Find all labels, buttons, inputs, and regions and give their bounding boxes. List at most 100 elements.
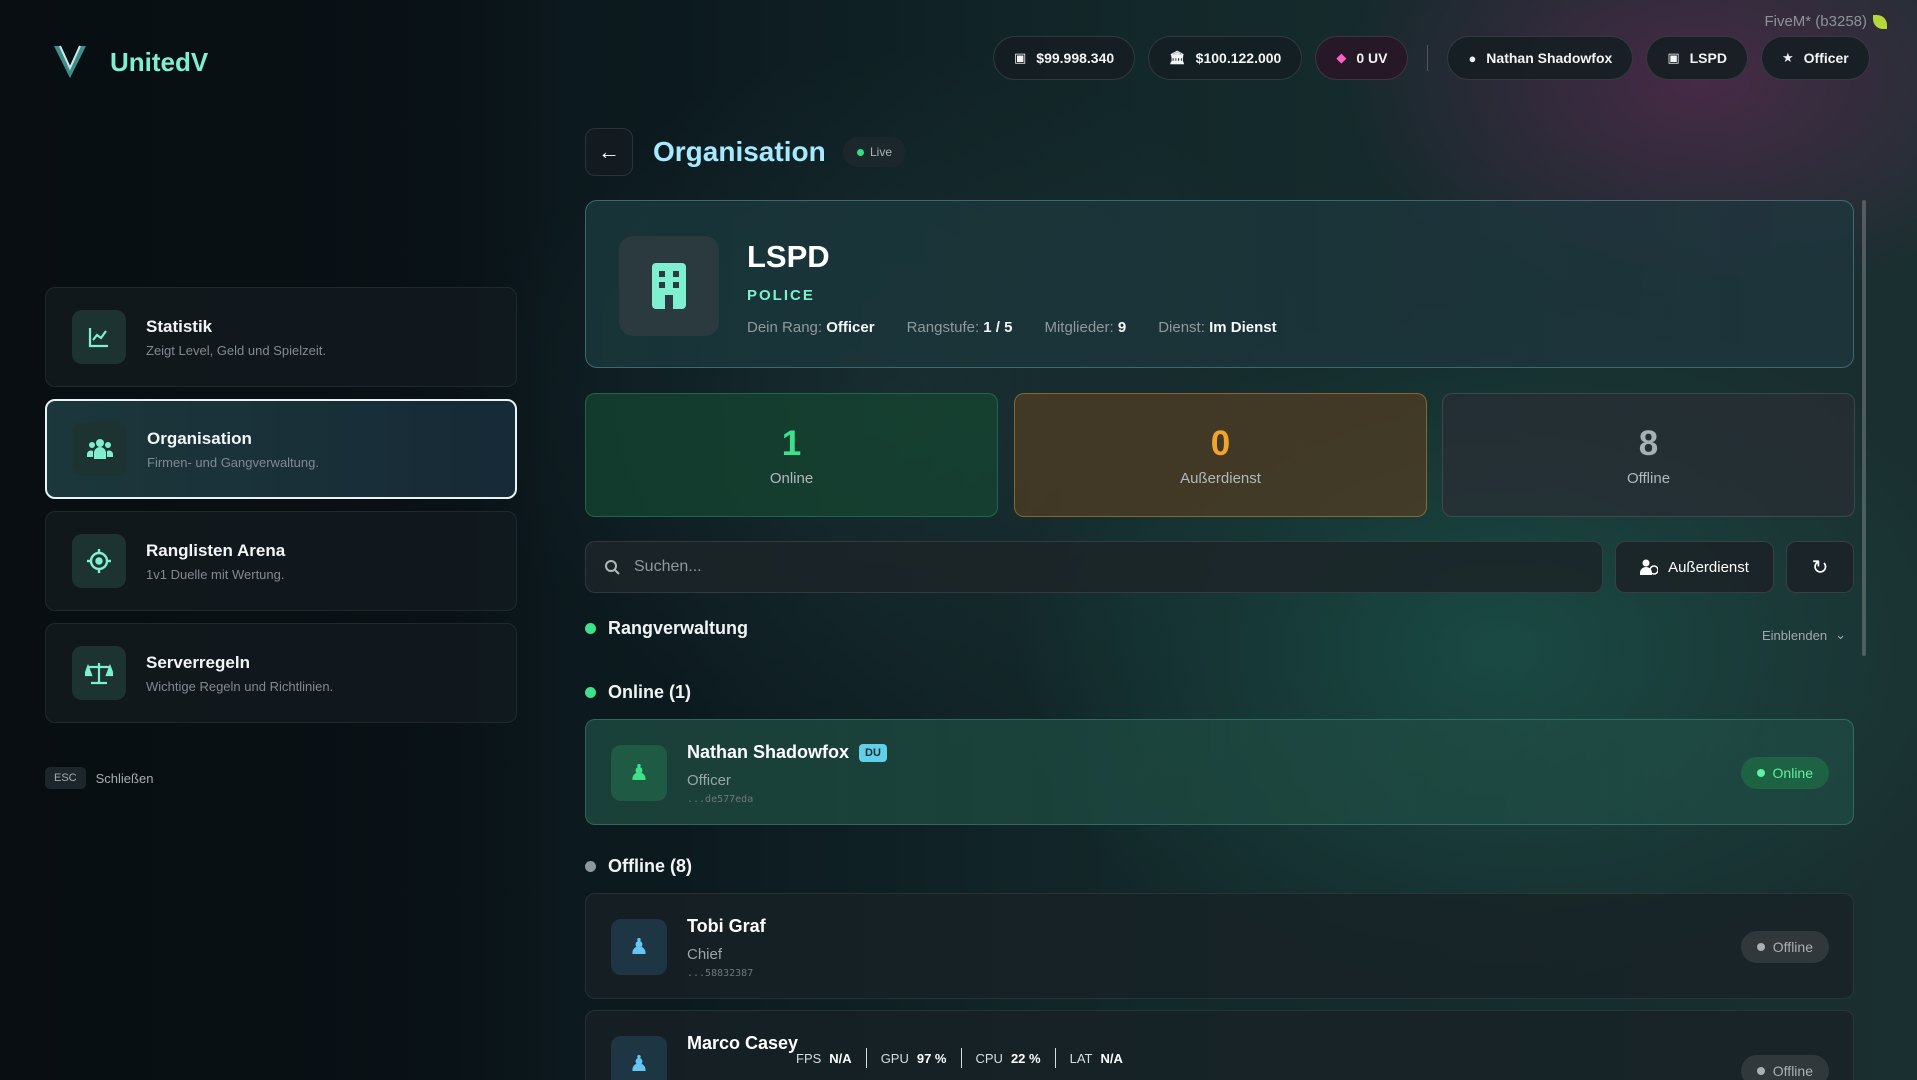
arrow-left-icon: ← — [598, 139, 620, 164]
player-name: Nathan Shadowfox — [1486, 50, 1613, 66]
member-name: Tobi Graf — [687, 916, 766, 936]
org-members-value: 9 — [1117, 319, 1127, 336]
sidebar-item-title: Statistik — [146, 316, 213, 336]
member-status: Offline — [1772, 939, 1813, 955]
section-dot-icon — [585, 861, 596, 872]
status-dot-icon — [1756, 943, 1765, 951]
org-chip: ▣ LSPD — [1646, 36, 1748, 80]
uv-value: 0 UV — [1356, 50, 1388, 66]
search-icon — [605, 560, 620, 575]
lat-label: LAT — [1069, 1050, 1093, 1066]
sidebar-item-ranglisten[interactable]: Ranglisten Arena 1v1 Duelle mit Wertung. — [45, 511, 517, 611]
page-title: Organisation — [653, 136, 826, 167]
sidebar-item-title: Organisation — [147, 428, 252, 448]
section-ranks-title: Rangverwaltung — [608, 618, 749, 638]
sidebar-item-serverregeln[interactable]: Serverregeln Wichtige Regeln und Richtli… — [45, 623, 517, 723]
sidebar-item-subtitle: Firmen- und Gangverwaltung. — [147, 454, 319, 470]
search-box — [585, 541, 1603, 593]
live-badge: Live — [843, 137, 907, 167]
section-dot-icon — [585, 687, 596, 698]
gpu-value: 97 % — [916, 1050, 947, 1066]
ranks-toggle-label: Einblenden — [1762, 627, 1828, 643]
chart-line-icon — [72, 310, 126, 364]
org-chip-value: LSPD — [1689, 50, 1727, 66]
member-rank: Officer — [687, 772, 731, 789]
section-offline: Offline (8) — [585, 856, 692, 877]
org-name: LSPD — [747, 239, 830, 274]
org-level-label: Rangstufe: — [906, 319, 980, 336]
member-status-badge: Online — [1740, 757, 1829, 789]
sidebar-item-title: Ranglisten Arena — [146, 540, 286, 560]
org-type: POLICE — [747, 287, 815, 304]
live-label: Live — [870, 145, 893, 159]
member-row[interactable]: ♟ Marco Casey Offline — [585, 1010, 1854, 1080]
stat-online: 1 Online — [585, 393, 998, 517]
close-hint[interactable]: ESC Schließen — [45, 767, 153, 789]
stat-offduty-label: Außerdienst — [1180, 469, 1261, 487]
perf-divider — [865, 1048, 867, 1068]
content-scrollbar[interactable] — [1862, 200, 1866, 656]
stat-offline: 8 Offline — [1442, 393, 1855, 517]
member-id: ...de577eda — [687, 794, 754, 805]
player-chip: ● Nathan Shadowfox — [1447, 36, 1634, 80]
gem-icon: ◆ — [1336, 50, 1347, 65]
uv-chip: ◆ 0 UV — [1315, 36, 1409, 80]
org-members-label: Mitglieder: — [1044, 319, 1114, 336]
perf-divider — [960, 1048, 962, 1068]
perf-overlay: FPS N/A GPU 97 % CPU 22 % LAT N/A — [796, 1048, 1137, 1068]
rank-chip: ★ Officer — [1760, 36, 1870, 80]
offduty-button[interactable]: Außerdienst — [1615, 541, 1774, 593]
bank-value: $100.122.000 — [1195, 50, 1282, 66]
lat-value: N/A — [1100, 1050, 1123, 1066]
status-dot-icon — [1756, 769, 1765, 777]
perf-divider — [1054, 1048, 1056, 1068]
cash-value: $99.998.340 — [1036, 50, 1115, 66]
unitedv-logo-icon — [54, 45, 86, 78]
esc-key: ESC — [45, 767, 86, 789]
bank-icon: 🏛 — [1169, 50, 1186, 65]
rank-chip-value: Officer — [1803, 50, 1849, 66]
chip-divider — [1427, 45, 1429, 71]
bank-chip: 🏛 $100.122.000 — [1148, 36, 1303, 80]
live-dot-icon — [857, 148, 864, 156]
stat-offline-value: 8 — [1638, 423, 1659, 463]
stat-offduty-value: 0 — [1210, 423, 1231, 463]
building-icon — [619, 236, 719, 336]
org-rank-label: Dein Rang: — [747, 319, 823, 336]
stat-online-value: 1 — [781, 423, 802, 463]
member-status: Online — [1772, 765, 1813, 781]
sidebar-nav: Statistik Zeigt Level, Geld und Spielzei… — [45, 287, 517, 735]
org-level: Rangstufe: 1 / 5 — [907, 319, 1013, 336]
search-input[interactable] — [634, 558, 1534, 576]
sidebar-item-title: Serverregeln — [146, 652, 250, 672]
member-row[interactable]: ♟ Nathan Shadowfox DU Officer ...de577ed… — [585, 719, 1854, 825]
section-online-title: Online (1) — [608, 682, 692, 702]
sidebar-item-statistik[interactable]: Statistik Zeigt Level, Geld und Spielzei… — [45, 287, 517, 387]
org-duty-value: Im Dienst — [1209, 319, 1277, 336]
member-avatar-icon: ♟ — [611, 919, 667, 975]
sidebar-item-organisation[interactable]: Organisation Firmen- und Gangverwaltung. — [45, 399, 517, 499]
stat-offline-label: Offline — [1626, 469, 1671, 487]
star-icon: ★ — [1781, 50, 1794, 65]
member-name-wrap: Marco Casey — [687, 1033, 798, 1054]
member-name: Marco Casey — [687, 1033, 799, 1053]
chevron-down-icon: ⌄ — [1835, 627, 1846, 642]
header-chips: ▣ $99.998.340 🏛 $100.122.000 ◆ 0 UV ● Na… — [993, 36, 1870, 80]
cash-icon: ▣ — [1014, 50, 1027, 65]
member-name-wrap: Tobi Graf — [687, 916, 766, 937]
crosshair-icon — [72, 534, 126, 588]
member-row[interactable]: ♟ Tobi Graf Chief ...58832387 Offline — [585, 893, 1854, 999]
refresh-button[interactable]: ↻ — [1786, 541, 1854, 593]
fps-value: N/A — [829, 1050, 852, 1066]
org-duty: Dienst: Im Dienst — [1158, 319, 1276, 336]
back-button[interactable]: ← — [585, 128, 633, 176]
ranks-toggle[interactable]: Einblenden ⌄ — [1762, 627, 1846, 643]
member-name: Nathan Shadowfox — [687, 742, 850, 762]
client-label-text: FiveM* (b3258) — [1764, 13, 1867, 30]
member-status-badge: Offline — [1740, 931, 1829, 963]
section-ranks: Rangverwaltung — [585, 618, 748, 639]
member-id: ...58832387 — [687, 968, 754, 979]
brand-logo: UnitedV — [52, 42, 208, 82]
briefcase-icon: ▣ — [1667, 50, 1680, 65]
cash-chip: ▣ $99.998.340 — [993, 36, 1136, 80]
